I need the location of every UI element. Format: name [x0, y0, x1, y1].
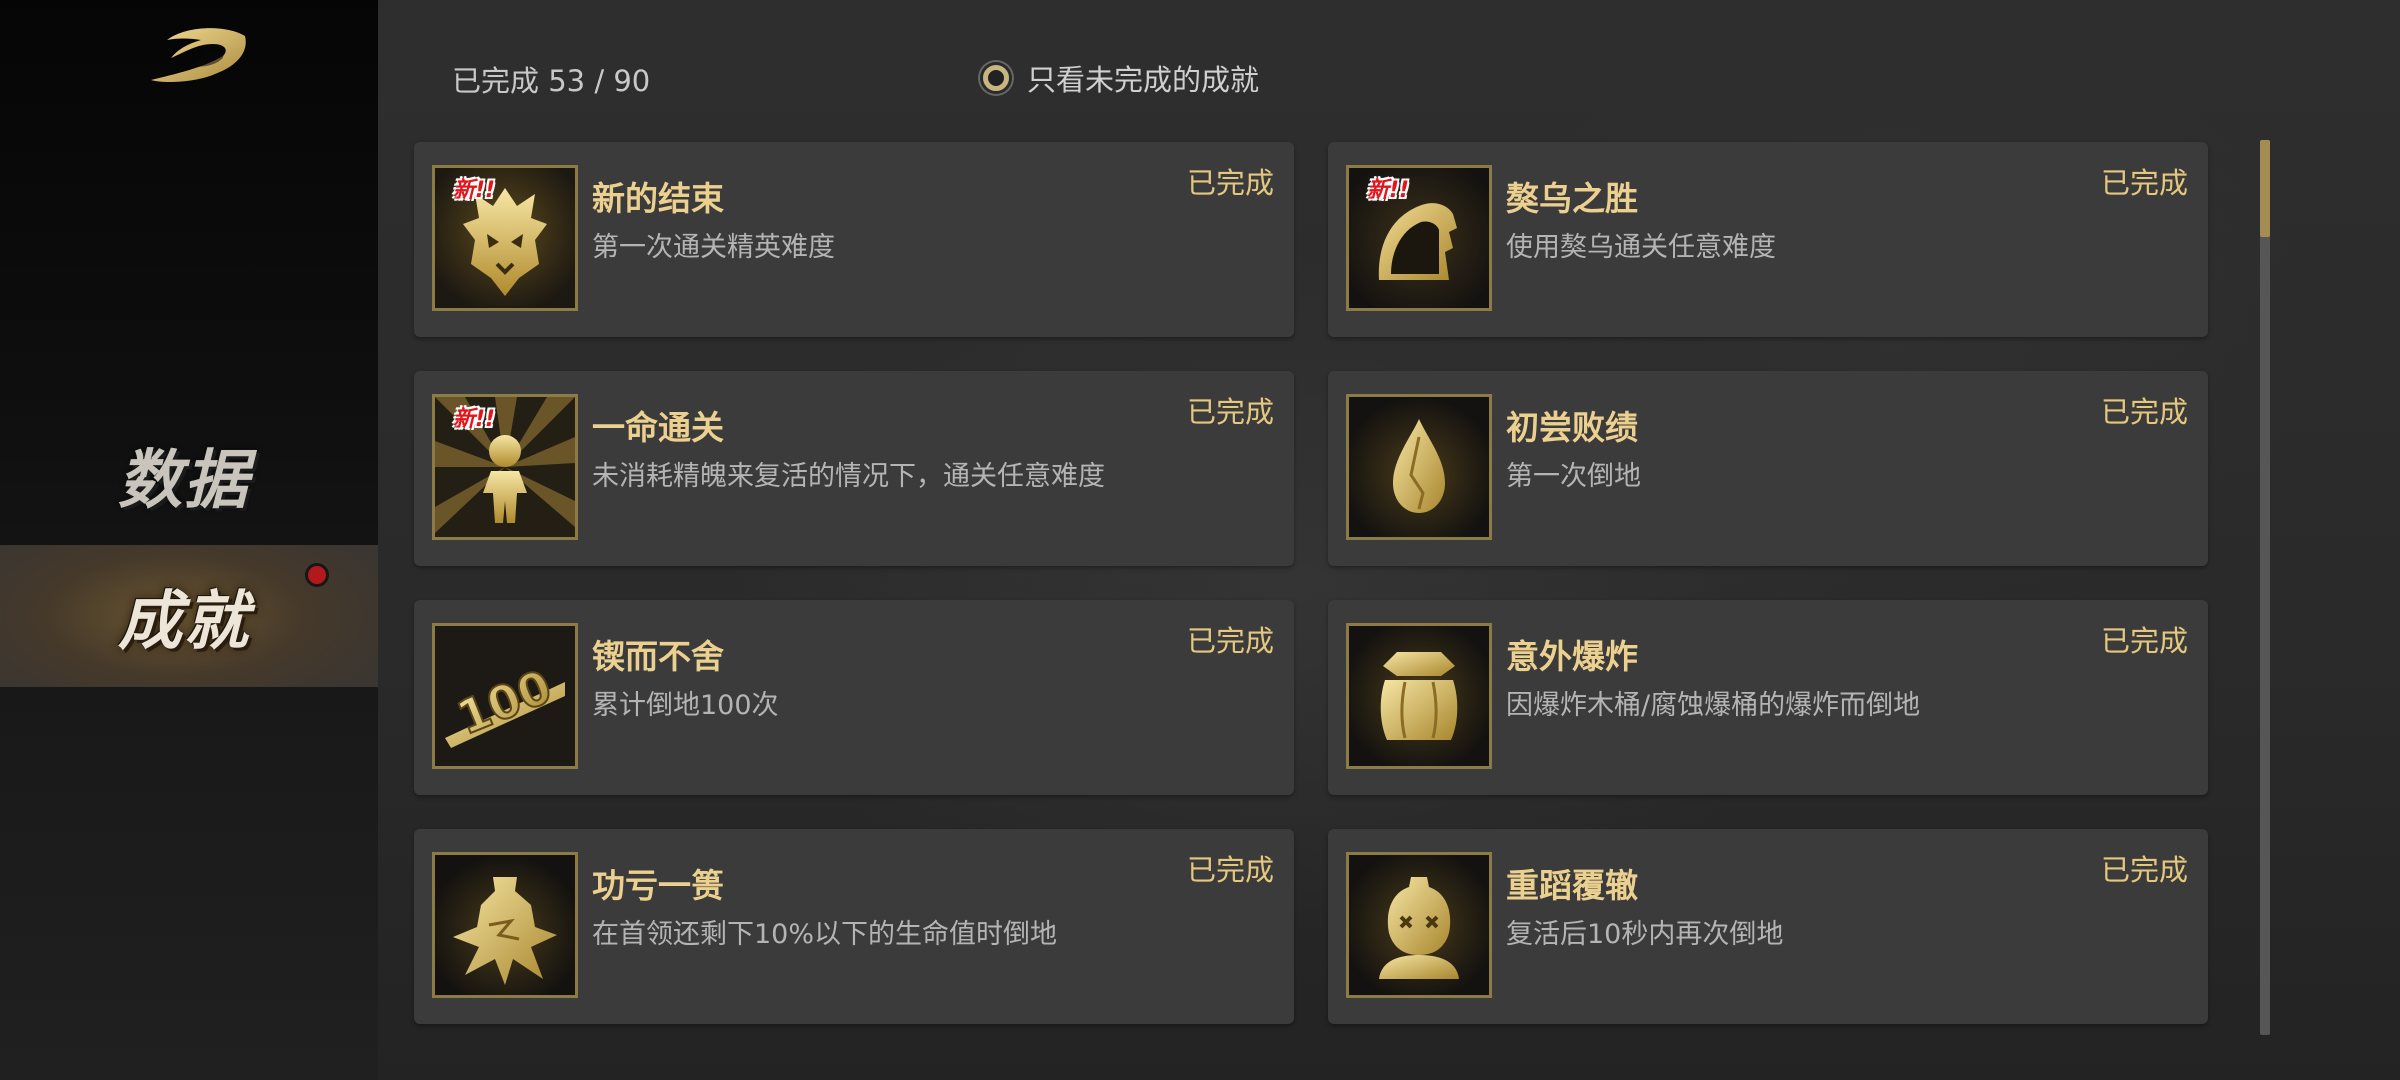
hooded-head-icon: 新!!: [1346, 165, 1492, 311]
achievement-title: 锲而不舍: [592, 637, 724, 676]
achievement-title: 意外爆炸: [1506, 637, 1638, 676]
achievement-status: 已完成: [1186, 624, 1274, 658]
scrollbar-thumb[interactable]: [2260, 140, 2270, 237]
filter-label: 只看未完成的成就: [1027, 63, 1260, 97]
broken-vase-icon: [432, 852, 578, 998]
sidebar: 数据 成就: [0, 0, 378, 1080]
achievement-status: 已完成: [1186, 853, 1274, 887]
achievement-description: 累计倒地100次: [592, 690, 779, 721]
achievement-status: 已完成: [2100, 166, 2188, 200]
achievement-title: 獒乌之胜: [1506, 179, 1638, 218]
achievement-title: 初尝败绩: [1506, 408, 1638, 447]
new-tag: 新!!: [1367, 178, 1410, 203]
achievement-description: 复活后10秒内再次倒地: [1506, 919, 1784, 950]
scrollbar-track[interactable]: [2260, 140, 2270, 1035]
achievement-description: 在首领还剩下10%以下的生命值时倒地: [592, 919, 1058, 950]
achievement-status: 已完成: [2100, 853, 2188, 887]
achievement-card[interactable]: 新!! 獒乌之胜 使用獒乌通关任意难度 已完成: [1328, 142, 2208, 337]
achievement-card[interactable]: 意外爆炸 因爆炸木桶/腐蚀爆桶的爆炸而倒地 已完成: [1328, 600, 2208, 795]
achievement-status: 已完成: [1186, 395, 1274, 429]
achievement-status: 已完成: [2100, 624, 2188, 658]
drop-crystal-icon: [1346, 394, 1492, 540]
achievement-status: 已完成: [1186, 166, 1274, 200]
nav-achievements-label: 成就: [118, 584, 250, 659]
barrel-icon: [1346, 623, 1492, 769]
achievement-title: 一命通关: [592, 408, 724, 447]
notification-dot: [305, 563, 329, 587]
achievement-card[interactable]: 新!! 一命通关 未消耗精魄来复活的情况下，通关任意难度 已完成: [414, 371, 1294, 566]
knocked-out-head-icon: [1346, 852, 1492, 998]
achievement-description: 未消耗精魄来复活的情况下，通关任意难度: [592, 461, 1105, 492]
achievement-description: 使用獒乌通关任意难度: [1506, 232, 1776, 263]
achievement-description: 第一次倒地: [1506, 461, 1641, 492]
incomplete-only-toggle[interactable]: 只看未完成的成就: [983, 58, 1259, 98]
demon-mask-icon: 新!!: [432, 165, 578, 311]
nav-data[interactable]: 数据: [0, 405, 378, 545]
achievement-card[interactable]: 重蹈覆辙 复活后10秒内再次倒地 已完成: [1328, 829, 2208, 1024]
achievement-description: 第一次通关精英难度: [592, 232, 835, 263]
brush-swoosh-logo-icon: [145, 22, 250, 90]
new-tag: 新!!: [453, 178, 496, 203]
achievement-card[interactable]: 新!! 新的结束 第一次通关精英难度 已完成: [414, 142, 1294, 337]
achievement-title: 新的结束: [592, 179, 724, 218]
achievement-card[interactable]: 初尝败绩 第一次倒地 已完成: [1328, 371, 2208, 566]
achievement-card[interactable]: 100 锲而不舍 累计倒地100次 已完成: [414, 600, 1294, 795]
nav-data-label: 数据: [118, 443, 250, 518]
progress-count: 53 / 90: [548, 64, 651, 98]
achievement-card[interactable]: 功亏一篑 在首领还剩下10%以下的生命值时倒地 已完成: [414, 829, 1294, 1024]
hundred-icon: 100: [432, 623, 578, 769]
achievement-title: 功亏一篑: [592, 866, 724, 905]
progress-prefix: 已完成: [452, 64, 540, 98]
achievement-title: 重蹈覆辙: [1506, 866, 1638, 905]
figure-sunburst-icon: 新!!: [432, 394, 578, 540]
achievement-description: 因爆炸木桶/腐蚀爆桶的爆炸而倒地: [1506, 690, 1921, 721]
new-tag: 新!!: [453, 407, 496, 432]
achievement-status: 已完成: [2100, 395, 2188, 429]
completion-progress: 已完成 53 / 90: [452, 58, 650, 100]
radio-button-icon[interactable]: [983, 65, 1009, 91]
